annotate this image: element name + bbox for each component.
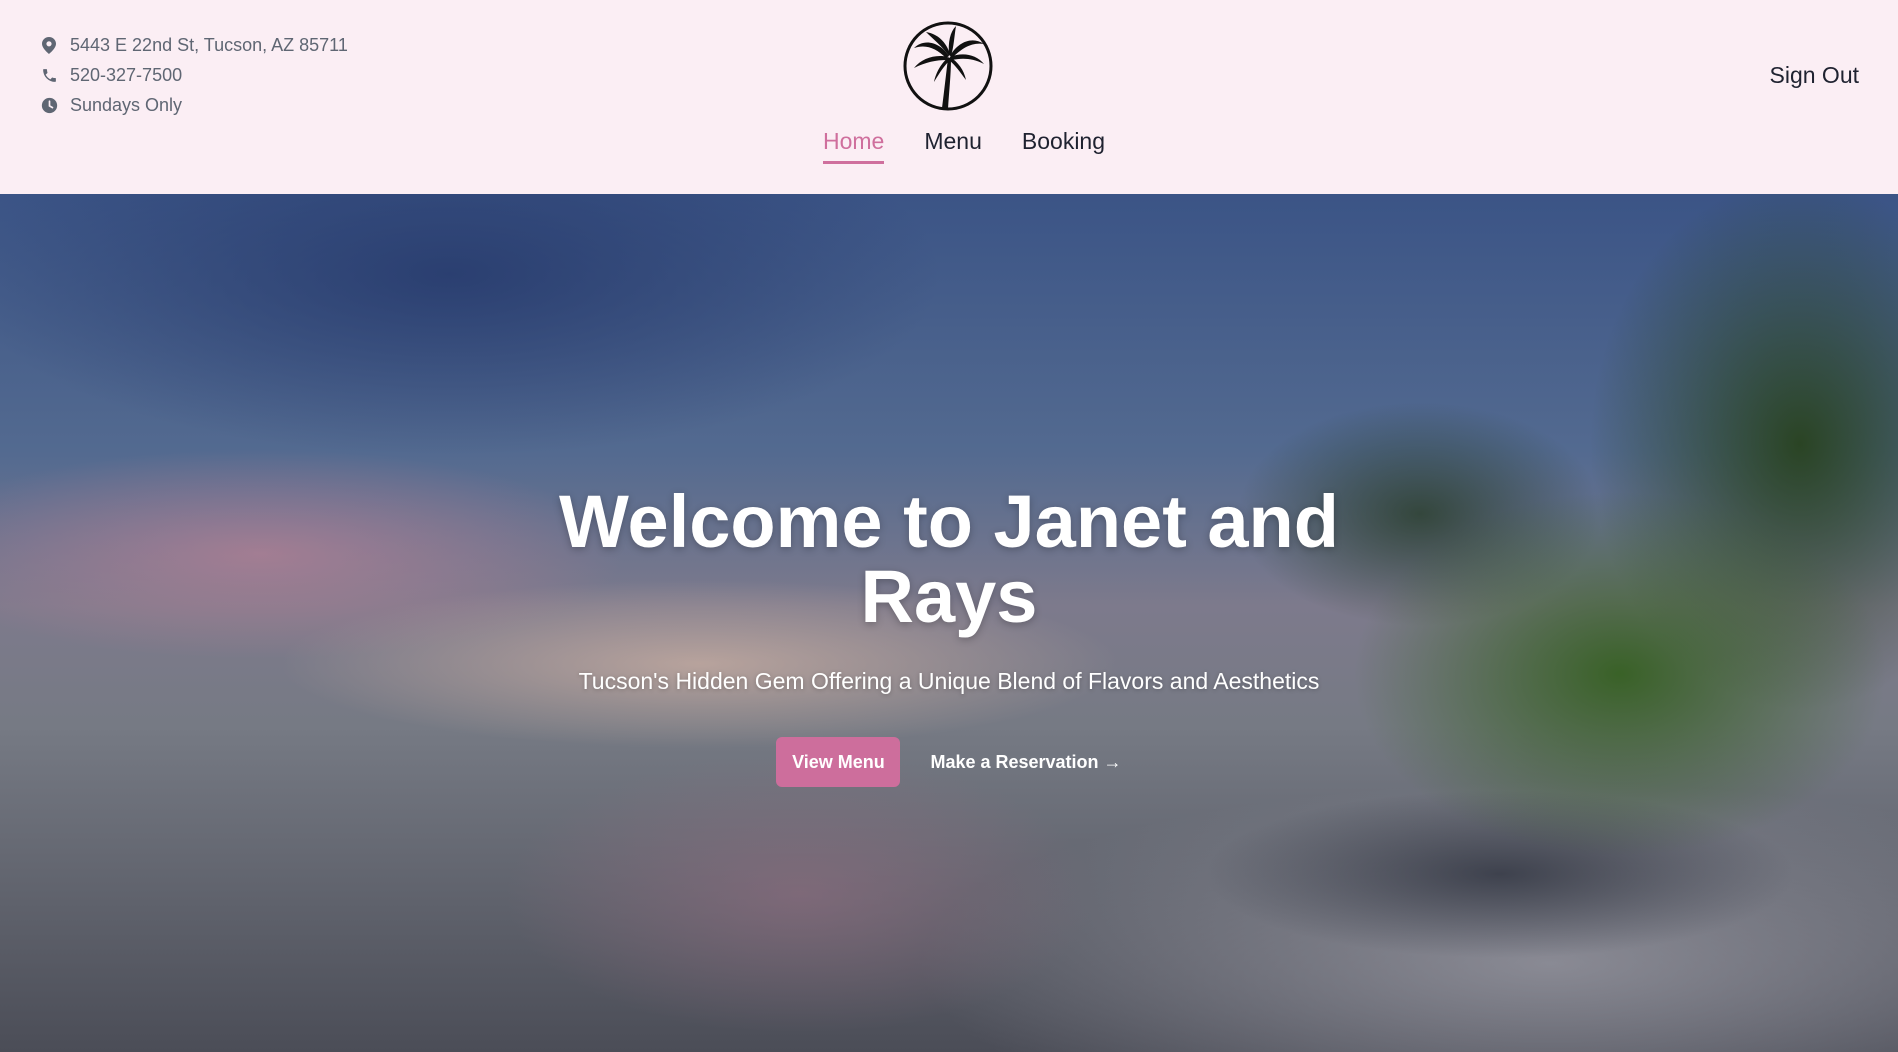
phone-row: 520-327-7500: [40, 60, 348, 90]
make-reservation-link[interactable]: Make a Reservation →: [930, 752, 1121, 773]
hours-text: Sundays Only: [70, 94, 183, 115]
site-header: 5443 E 22nd St, Tucson, AZ 85711 520-327…: [0, 0, 1898, 194]
nav-menu[interactable]: Menu: [924, 128, 982, 164]
hero-title: Welcome to Janet and Rays: [559, 480, 1339, 638]
hero-subtitle: Tucson's Hidden Gem Offering a Unique Bl…: [578, 668, 1320, 694]
palm-tree-logo[interactable]: [902, 20, 994, 112]
clock-icon: [40, 96, 58, 114]
hero-section: Welcome to Janet and Rays Tucson's Hidde…: [0, 194, 1898, 1052]
view-menu-button[interactable]: View Menu: [776, 737, 901, 787]
hero-actions: View Menu Make a Reservation →: [0, 737, 1898, 787]
phone-icon: [40, 66, 58, 84]
address-text: 5443 E 22nd St, Tucson, AZ 85711: [70, 34, 348, 55]
nav-home[interactable]: Home: [822, 128, 885, 164]
contact-info: 5443 E 22nd St, Tucson, AZ 85711 520-327…: [40, 30, 348, 120]
hero-content: Welcome to Janet and Rays Tucson's Hidde…: [0, 484, 1898, 787]
nav-booking[interactable]: Booking: [1022, 128, 1105, 164]
palm-tree-icon: [903, 21, 993, 111]
main-nav: Home Menu Booking: [0, 128, 1898, 164]
sign-out-button[interactable]: Sign Out: [1770, 62, 1860, 89]
address-row: 5443 E 22nd St, Tucson, AZ 85711: [40, 30, 348, 60]
phone-text: 520-327-7500: [70, 64, 183, 85]
map-pin-icon: [40, 36, 58, 54]
hours-row: Sundays Only: [40, 90, 348, 120]
